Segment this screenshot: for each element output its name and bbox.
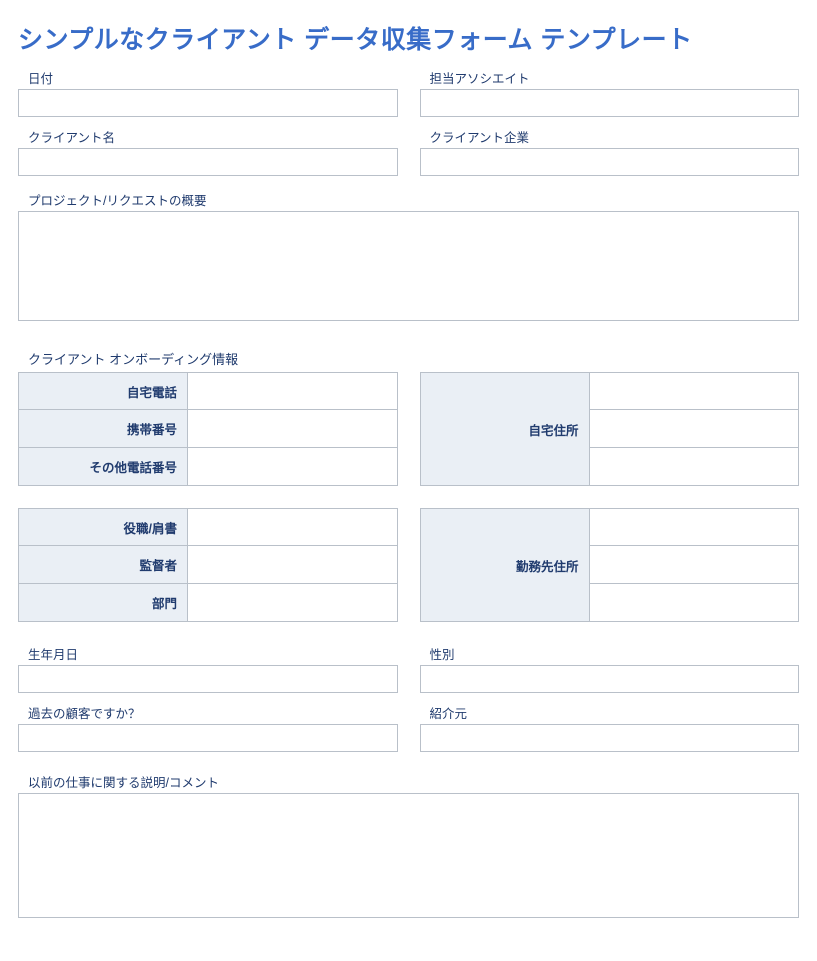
- home-address-label: 自宅住所: [420, 372, 590, 486]
- date-input[interactable]: [18, 89, 398, 117]
- gender-input[interactable]: [420, 665, 800, 693]
- department-label: 部門: [18, 584, 188, 622]
- title-position-label: 役職/肩書: [18, 508, 188, 546]
- mobile-input[interactable]: [188, 410, 398, 448]
- home-address-input-2[interactable]: [590, 410, 800, 448]
- work-address-input-3[interactable]: [590, 584, 800, 622]
- project-overview-label: プロジェクト/リクエストの概要: [28, 190, 799, 209]
- home-phone-input[interactable]: [188, 372, 398, 410]
- referral-input[interactable]: [420, 724, 800, 752]
- work-address-input-2[interactable]: [590, 546, 800, 584]
- work-address-label: 勤務先住所: [420, 508, 590, 622]
- other-phone-input[interactable]: [188, 448, 398, 486]
- home-address-grid: 自宅住所: [420, 372, 800, 486]
- past-client-input[interactable]: [18, 724, 398, 752]
- date-label: 日付: [28, 68, 398, 87]
- title-position-input[interactable]: [188, 508, 398, 546]
- home-address-input-1[interactable]: [590, 372, 800, 410]
- department-input[interactable]: [188, 584, 398, 622]
- supervisor-label: 監督者: [18, 546, 188, 584]
- associate-label: 担当アソシエイト: [430, 68, 800, 87]
- onboarding-section-label: クライアント オンボーディング情報: [28, 349, 799, 368]
- supervisor-input[interactable]: [188, 546, 398, 584]
- referral-label: 紹介元: [430, 703, 800, 722]
- dob-label: 生年月日: [28, 644, 398, 663]
- job-grid: 役職/肩書 監督者 部門: [18, 508, 398, 622]
- home-address-input-3[interactable]: [590, 448, 800, 486]
- other-phone-label: その他電話番号: [18, 448, 188, 486]
- client-company-input[interactable]: [420, 148, 800, 176]
- client-name-input[interactable]: [18, 148, 398, 176]
- dob-input[interactable]: [18, 665, 398, 693]
- page-title: シンプルなクライアント データ収集フォーム テンプレート: [18, 20, 799, 56]
- project-overview-input[interactable]: [18, 211, 799, 321]
- associate-input[interactable]: [420, 89, 800, 117]
- prev-work-input[interactable]: [18, 793, 799, 918]
- work-address-input-1[interactable]: [590, 508, 800, 546]
- client-name-label: クライアント名: [28, 127, 398, 146]
- gender-label: 性別: [430, 644, 800, 663]
- past-client-label: 過去の顧客ですか？: [28, 703, 398, 722]
- mobile-label: 携帯番号: [18, 410, 188, 448]
- work-address-grid: 勤務先住所: [420, 508, 800, 622]
- home-phone-label: 自宅電話: [18, 372, 188, 410]
- phone-grid: 自宅電話 携帯番号 その他電話番号: [18, 372, 398, 486]
- prev-work-label: 以前の仕事に関する説明/コメント: [28, 772, 799, 791]
- client-company-label: クライアント企業: [430, 127, 800, 146]
